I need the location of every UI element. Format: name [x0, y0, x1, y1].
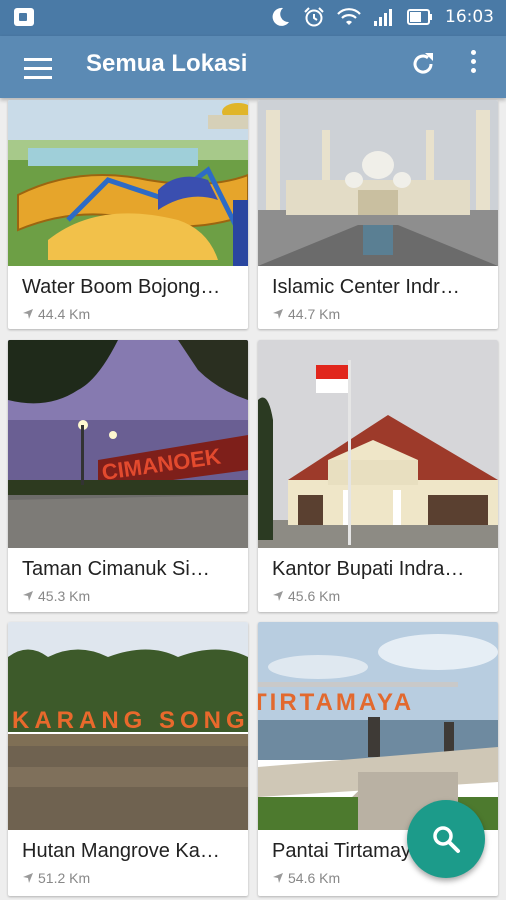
location-photo [8, 100, 248, 266]
navigation-arrow-icon [23, 309, 33, 319]
search-fab-button[interactable] [407, 800, 485, 878]
alarm-icon [304, 7, 324, 27]
page-title: Semua Lokasi [86, 50, 248, 77]
navigation-arrow-icon [23, 873, 33, 883]
location-card-islamic-center[interactable]: Islamic Center Indr… 44.7 Km [258, 100, 498, 329]
status-bar: 16:03 [0, 0, 506, 36]
do-not-disturb-moon-icon [272, 7, 289, 26]
wifi-icon [337, 8, 361, 25]
location-distance: 54.6 Km [288, 870, 341, 886]
location-name: Taman Cimanuk Si… [22, 558, 210, 580]
app-bar: Semua Lokasi [0, 36, 506, 98]
hamburger-icon[interactable] [24, 54, 54, 80]
location-distance: 51.2 Km [38, 870, 91, 886]
location-distance: 44.7 Km [288, 306, 341, 322]
location-name: Hutan Mangrove Ka… [22, 840, 220, 862]
location-name: Water Boom Bojong… [22, 276, 221, 298]
location-card-taman-cimanuk[interactable]: CIMANOEK Taman Cimanuk Si… 45.3 Km [8, 340, 248, 612]
location-photo [258, 100, 498, 266]
location-photo: KARANG SONG [8, 622, 248, 830]
location-distance: 45.3 Km [38, 588, 91, 604]
location-photo [258, 340, 498, 548]
notification-icon [14, 8, 34, 26]
beach-sign-text: TIRTAMAYA [258, 689, 414, 716]
location-name: Islamic Center Indr… [272, 276, 460, 298]
location-name: Kantor Bupati Indra… [272, 558, 465, 580]
signal-icon [374, 9, 392, 26]
status-icons: 16:03 [269, 6, 494, 28]
navigation-arrow-icon [273, 873, 283, 883]
location-grid: Water Boom Bojong… 44.4 Km Islamic Cente… [0, 100, 506, 900]
navigation-arrow-icon [273, 309, 283, 319]
more-vert-icon[interactable] [466, 50, 480, 80]
navigation-arrow-icon [23, 591, 33, 601]
battery-icon [407, 9, 432, 25]
clock: 16:03 [445, 7, 494, 27]
mangrove-sign-text: KARANG SONG [12, 707, 248, 734]
location-distance: 45.6 Km [288, 588, 341, 604]
navigation-arrow-icon [273, 591, 283, 601]
refresh-icon[interactable] [409, 50, 437, 78]
location-card-kantor-bupati[interactable]: Kantor Bupati Indra… 45.6 Km [258, 340, 498, 612]
location-distance: 44.4 Km [38, 306, 91, 322]
location-name: Pantai Tirtamaya [272, 840, 423, 862]
location-card-water-boom[interactable]: Water Boom Bojong… 44.4 Km [8, 100, 248, 329]
search-icon [433, 826, 460, 853]
location-photo: CIMANOEK [8, 340, 248, 548]
location-photo: TIRTAMAYA [258, 622, 498, 830]
location-card-hutan-mangrove[interactable]: KARANG SONG Hutan Mangrove Ka… 51.2 Km [8, 622, 248, 896]
